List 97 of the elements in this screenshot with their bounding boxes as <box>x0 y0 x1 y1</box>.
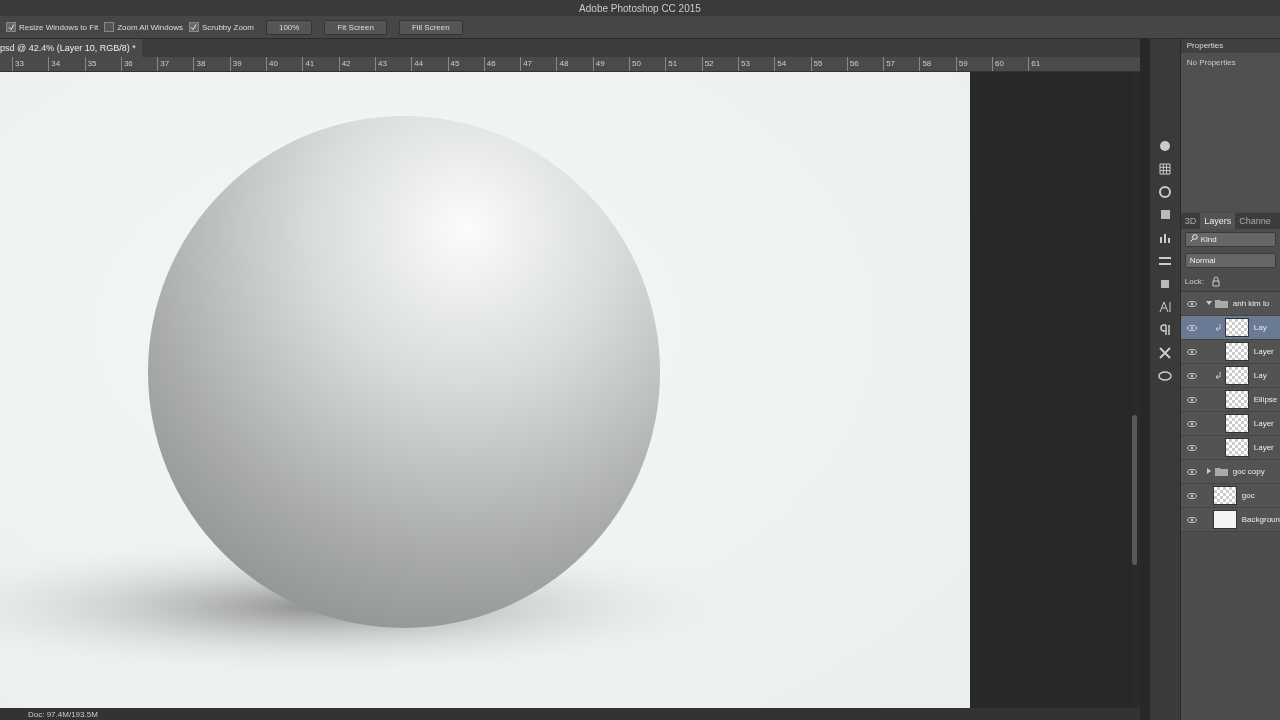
layer-thumbnail <box>1224 366 1249 385</box>
ruler-number: 37 <box>157 57 194 71</box>
properties-tab[interactable]: Properties <box>1180 39 1280 53</box>
checkbox[interactable] <box>188 22 199 32</box>
eye-icon[interactable] <box>1186 348 1197 355</box>
ruler-number: 58 <box>919 57 956 71</box>
grid-icon[interactable] <box>1157 162 1172 176</box>
ruler-number: 55 <box>810 57 847 71</box>
panel-tab[interactable]: 3D <box>1180 213 1201 229</box>
eye-icon[interactable] <box>1186 420 1197 427</box>
ruler-number: 54 <box>774 57 811 71</box>
eye-icon[interactable] <box>1186 468 1197 475</box>
layer-thumbnail <box>1212 486 1237 505</box>
layer-name[interactable]: Layer <box>1253 419 1274 428</box>
layer-thumbnail <box>1224 342 1249 361</box>
layer-name[interactable]: Ellipse <box>1253 395 1278 404</box>
panel-tab[interactable]: Layers <box>1200 213 1236 229</box>
ruler-number: 36 <box>120 57 158 71</box>
filter-field[interactable]: Kind <box>1184 232 1276 247</box>
layer-thumbnail <box>1224 390 1249 409</box>
eye-icon[interactable] <box>1186 444 1197 451</box>
ruler-number: 34 <box>48 57 85 71</box>
eye-icon[interactable] <box>1186 300 1197 307</box>
ruler-number: 44 <box>411 57 448 71</box>
layer-row[interactable]: Layer <box>1180 340 1280 364</box>
lock-label: Lock: <box>1184 276 1204 286</box>
properties-message: No Properties <box>1186 58 1236 67</box>
eye-icon[interactable] <box>1186 492 1197 499</box>
layer-row[interactable]: anh kim lo <box>1180 292 1280 316</box>
layer-name[interactable]: Backgroun <box>1241 515 1280 524</box>
folder-icon <box>1214 299 1228 308</box>
ruler-number: 52 <box>701 57 738 71</box>
layer-row[interactable]: Layer <box>1180 436 1280 460</box>
zoom-button[interactable]: 100% <box>265 19 313 35</box>
layer-row[interactable]: goc copy <box>1180 460 1280 484</box>
ruler-number: 35 <box>84 57 121 71</box>
layer-name[interactable]: Lay <box>1253 371 1267 380</box>
ruler-number: 53 <box>737 57 775 71</box>
ruler-number: 49 <box>592 57 630 71</box>
layer-name[interactable]: anh kim lo <box>1232 299 1270 308</box>
layer-row[interactable]: Backgroun <box>1180 508 1280 532</box>
ruler-number: 40 <box>266 57 303 71</box>
ruler-number: 39 <box>229 57 267 71</box>
layer-thumbnail <box>1224 414 1249 433</box>
panel-tab[interactable]: Channe <box>1235 213 1275 229</box>
tools-icon[interactable] <box>1157 346 1172 360</box>
ruler-number: 38 <box>193 57 230 71</box>
ruler-number: 60 <box>992 57 1029 71</box>
ruler-number: 46 <box>483 57 521 71</box>
layer-name[interactable]: Layer <box>1253 347 1274 356</box>
character-icon[interactable] <box>1157 300 1172 314</box>
ruler-number: 59 <box>955 57 992 71</box>
layer-name[interactable]: goc <box>1241 491 1255 500</box>
document-tab[interactable]: psd @ 42.4% (Layer 10, RGB/8) * <box>0 39 142 57</box>
layer-name[interactable]: Layer <box>1253 443 1274 452</box>
eye-icon[interactable] <box>1186 396 1197 403</box>
layer-row[interactable]: Ellipse <box>1180 388 1280 412</box>
layer-name[interactable]: goc copy <box>1232 467 1265 476</box>
ruler-number: 47 <box>520 57 557 71</box>
eye-icon[interactable] <box>1186 324 1197 331</box>
layer-name[interactable]: Lay <box>1253 323 1267 332</box>
ruler-number: 41 <box>302 57 339 71</box>
eye-icon[interactable] <box>1186 516 1197 523</box>
ruler-number: 42 <box>338 57 375 71</box>
ruler-number: 56 <box>846 57 884 71</box>
expand-caret-icon[interactable] <box>1205 300 1212 306</box>
eye-icon[interactable] <box>1186 372 1197 379</box>
layer-thumbnail <box>1224 438 1249 457</box>
ruler-number: 61 <box>1028 57 1065 71</box>
ruler-number: 45 <box>447 57 484 71</box>
blend-mode-dropdown[interactable]: Normal <box>1184 253 1276 268</box>
scrollbar-thumb[interactable] <box>1131 415 1137 565</box>
layer-thumbnail <box>1224 318 1249 337</box>
checkbox-label[interactable]: Resize Windows to Fit <box>19 22 99 32</box>
checkbox[interactable] <box>6 22 16 32</box>
expand-caret-icon[interactable] <box>1205 468 1212 474</box>
layer-row[interactable]: Layer <box>1180 412 1280 436</box>
layer-thumbnail <box>1212 510 1237 529</box>
ruler-number: 48 <box>556 57 593 71</box>
paragraph-icon[interactable] <box>1157 323 1172 337</box>
checkbox-label[interactable]: Scrubby Zoom <box>201 22 254 32</box>
zoom-button[interactable]: Fit Screen <box>324 19 387 35</box>
layer-row[interactable]: Lay <box>1180 364 1280 388</box>
ruler-number: 43 <box>374 57 412 71</box>
search-icon <box>1189 234 1198 242</box>
ruler-number: 51 <box>665 57 702 71</box>
ruler-number: 50 <box>629 57 666 71</box>
window-title: Adobe Photoshop CC 2015 <box>579 2 701 14</box>
ruler-number: 57 <box>883 57 920 71</box>
checkbox[interactable] <box>104 22 115 32</box>
ruler-number: 33 <box>12 57 49 71</box>
folder-icon <box>1214 467 1228 476</box>
layer-row[interactable]: Lay <box>1180 316 1280 340</box>
checkbox-label[interactable]: Zoom All Windows <box>117 22 183 32</box>
document-size: Doc: 97.4M/193.5M <box>28 709 98 719</box>
zoom-button[interactable]: Fill Screen <box>398 19 463 35</box>
layer-row[interactable]: goc <box>1180 484 1280 508</box>
